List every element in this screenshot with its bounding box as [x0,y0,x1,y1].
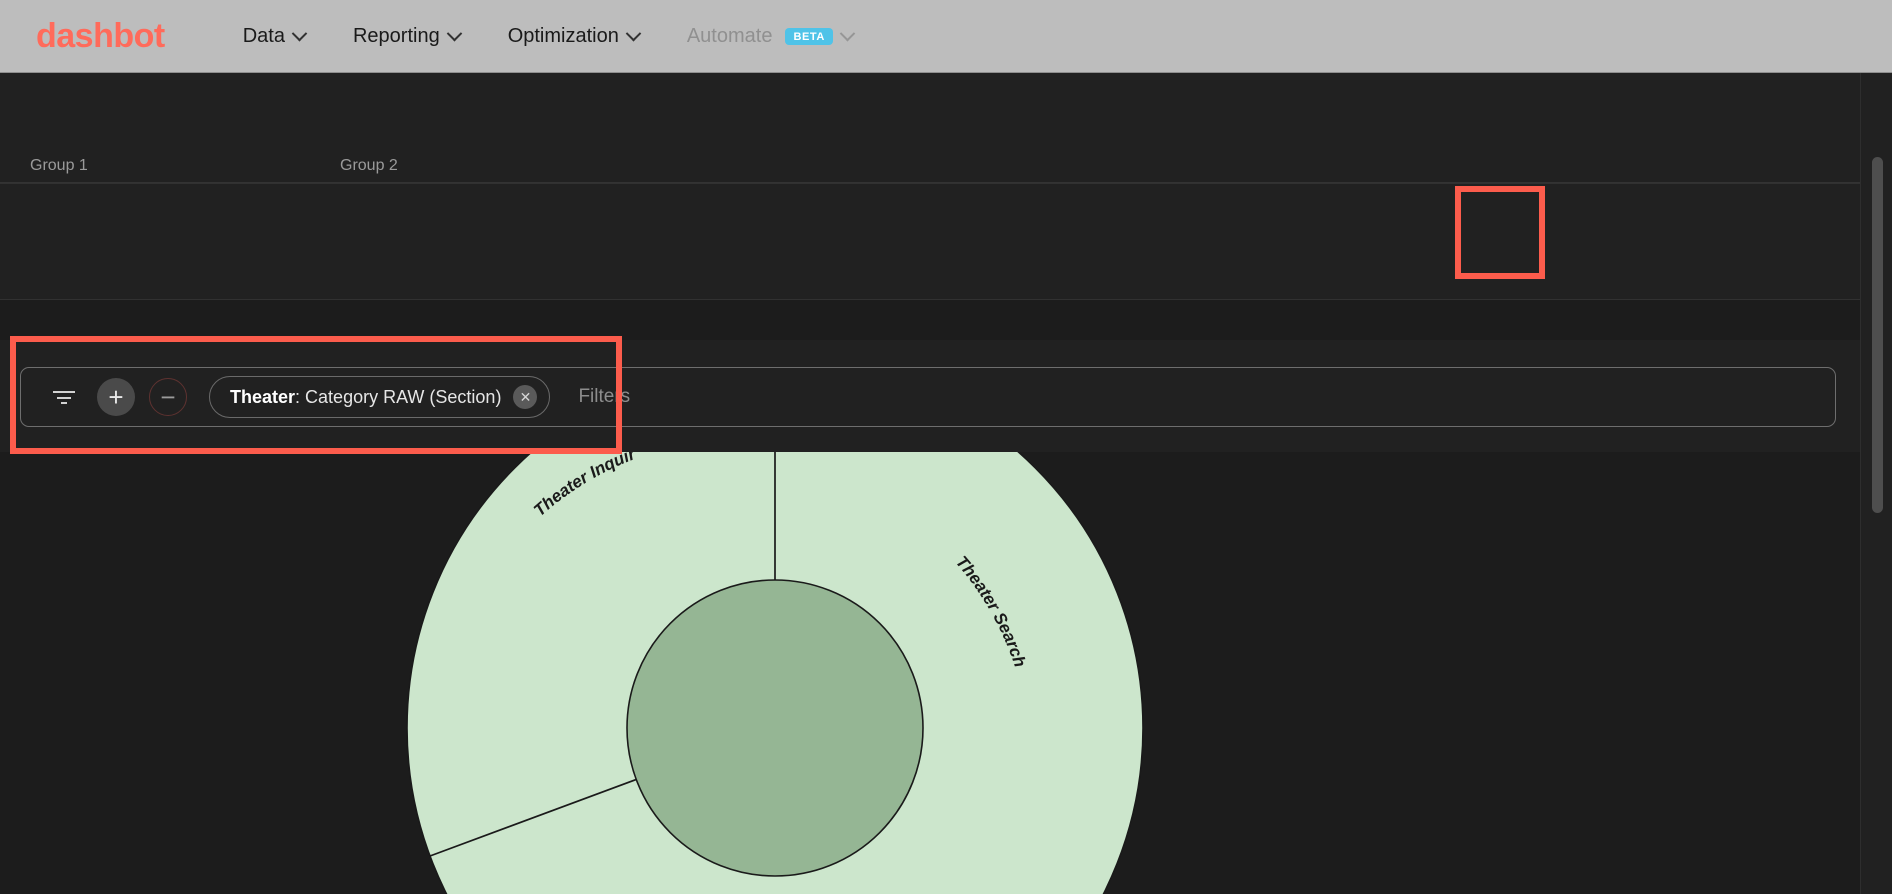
nav-item-label: Data [242,24,285,47]
top-navigation-bar: dashbot Data Reporting Optimization Auto… [0,0,1892,73]
sunburst-chart[interactable]: Theater Inquiry Theater Search [0,452,1860,894]
nav-item-label: Reporting [352,24,440,47]
filter-chip-theater[interactable]: Theater: Category RAW (Section) ✕ [209,376,551,418]
vertical-scrollbar-track[interactable] [1860,73,1892,894]
remove-filter-button[interactable]: − [149,378,187,416]
graph-controls-row: Graph Type Sunburst [0,184,1860,462]
app-root: dashbot Data Reporting Optimization Auto… [0,0,1892,894]
row-divider [0,183,1860,184]
filter-chip-key: Theater [230,386,296,407]
add-filter-button[interactable]: + [97,378,135,416]
chevron-down-icon [291,25,308,41]
nav-items: Data Reporting Optimization Automate BET… [242,24,856,48]
nav-item-label: Optimization [507,24,619,47]
filter-lines-button[interactable] [51,387,77,407]
chip-close-icon[interactable]: ✕ [513,385,538,409]
sunburst-inner-disc[interactable] [626,579,924,877]
beta-badge: BETA [785,27,833,45]
filter-chip-value: Category RAW (Section) [305,386,502,407]
row-divider [0,299,1860,300]
group-controls-row: Group 1 Category RAW (Sect... Group 2 Re… [0,73,1860,244]
group2-label: Group 2 [340,157,398,174]
chevron-down-icon [625,25,642,41]
vertical-scrollbar-thumb[interactable] [1872,157,1883,513]
filter-bar[interactable]: + − Theater: Category RAW (Section) ✕ Fi… [20,367,1836,427]
dashbot-logo[interactable]: dashbot [36,17,165,56]
filters-placeholder[interactable]: Filters [578,386,630,408]
chevron-down-icon [446,25,462,41]
sunburst-chart-area[interactable]: Theater Inquiry Theater Search [0,452,1860,894]
nav-item-automate[interactable]: Automate BETA [686,24,856,48]
chevron-down-icon [839,25,856,41]
nav-item-reporting[interactable]: Reporting [352,24,462,48]
filter-chip-text: Theater: Category RAW (Section) [230,387,501,408]
nav-item-label: Automate [686,24,773,47]
group1-label: Group 1 [30,157,88,174]
filter-lines-icon [53,391,75,404]
filter-chip-separator: : [295,386,306,407]
nav-item-data[interactable]: Data [242,24,308,48]
nav-item-optimization[interactable]: Optimization [507,24,642,48]
